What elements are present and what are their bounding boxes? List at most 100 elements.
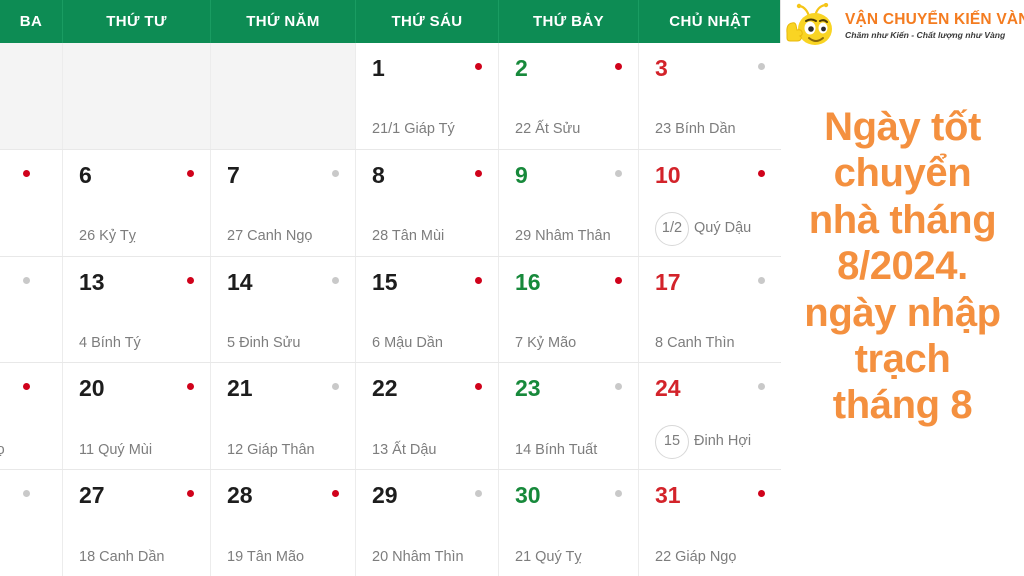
lunar-date-label: 6 Mậu Dần — [372, 335, 482, 352]
solar-day-number: 16 — [515, 268, 541, 295]
calendar-cell-empty — [0, 43, 63, 149]
day-cell-top: 14 — [227, 270, 339, 294]
day-status-dot-grey — [332, 276, 339, 284]
day-status-dot-grey — [23, 490, 30, 498]
calendar-day-cell[interactable]: Sửu — [0, 470, 63, 576]
calendar-day-cell[interactable]: 14 5 Đinh Sửu — [211, 256, 356, 363]
calendar-day-cell[interactable]: ợi — [0, 256, 63, 363]
calendar-day-cell[interactable]: 15 6 Mậu Dần — [356, 256, 499, 363]
calendar-day-cell[interactable]: n Ngọ — [0, 363, 63, 470]
promo-line-1: chuyển — [833, 151, 972, 196]
month-calendar: BA THỨ TƯ THỨ NĂM THỨ SÁU THỨ BẢY CHỦ NHẬT 12… — [0, 0, 781, 576]
solar-day-number: 21 — [227, 375, 253, 402]
day-status-dot-red — [23, 169, 30, 177]
calendar-day-cell[interactable]: 2 22 Ất Sửu — [499, 43, 639, 149]
calendar-day-cell[interactable]: Thìn — [0, 149, 63, 256]
solar-day-number: 20 — [79, 375, 105, 402]
day-status-dot-red — [187, 169, 194, 177]
calendar-day-cell[interactable]: 9 29 Nhâm Thân — [499, 149, 639, 256]
day-cell-top: 22 — [372, 377, 482, 400]
lunar-date-text: 21/1 Giáp Tý — [372, 121, 455, 138]
calendar-week-row: n Ngọ 20 11 Quý Mùi 21 12 Giáp Thân 22 13 Ất D… — [0, 363, 781, 471]
lunar-date-label: 21 Quý Tỵ — [515, 549, 622, 566]
calendar-day-cell[interactable]: 21 12 Giáp Thân — [211, 363, 356, 470]
promo-line-5: trạch — [854, 336, 951, 381]
lunar-date-label: 12 Giáp Thân — [227, 442, 339, 459]
calendar-day-cell[interactable]: 28 19 Tân Mão — [211, 470, 356, 576]
promo-headline: Ngày tốt chuyển nhà tháng 8/2024. ngày nhập t… — [781, 104, 1024, 429]
day-cell-top: 17 — [655, 270, 765, 294]
day-status-dot-red — [475, 63, 482, 70]
weekday-header-2: THỨ NĂM — [211, 0, 356, 43]
lunar-date-label: ợi — [0, 335, 46, 352]
lunar-date-label: 19 Tân Mão — [227, 549, 339, 566]
lunar-date-text: 26 Kỷ Tỵ — [79, 228, 136, 245]
calendar-day-cell[interactable]: 1 21/1 Giáp Tý — [356, 43, 499, 149]
calendar-body: 1 21/1 Giáp Tý 2 22 Ất Sửu 3 23 Bính Dần Thìn 6… — [0, 43, 781, 576]
lunar-date-label: 20 Nhâm Thìn — [372, 549, 482, 566]
lunar-date-text: 21 Quý Tỵ — [515, 548, 582, 565]
logo-title: VẬN CHUYỂN KIẾN VÀNG — [845, 11, 1024, 29]
lunar-date-text: 18 Canh Dần — [79, 548, 165, 565]
lunar-date-label: Thìn — [0, 228, 46, 245]
calendar-day-cell[interactable]: 16 7 Kỷ Mão — [499, 256, 639, 363]
logo-text-block: VẬN CHUYỂN KIẾN VÀNG Chăm như Kiến - Chấ… — [845, 11, 1024, 40]
calendar-day-cell[interactable]: 3 23 Bính Dần — [639, 43, 781, 149]
solar-day-number: 8 — [372, 161, 385, 188]
lunar-date-text: 12 Giáp Thân — [227, 441, 315, 458]
day-status-dot-red — [758, 490, 765, 498]
day-status-dot-red — [615, 63, 622, 70]
lunar-date-label: 18 Canh Dần — [79, 549, 194, 566]
solar-day-number: 3 — [655, 55, 668, 81]
calendar-week-row: Thìn 6 26 Kỷ Tỵ 7 27 Canh Ngọ 8 28 Tân Mùi 9 29 … — [0, 149, 781, 257]
calendar-day-cell[interactable]: 13 4 Bính Tý — [63, 256, 211, 363]
day-cell-top: 23 — [515, 377, 622, 400]
day-cell-top — [0, 484, 46, 498]
weekday-header-4: THỨ BẢY — [499, 0, 639, 43]
lunar-date-label: 28 Tân Mùi — [372, 228, 482, 245]
lunar-date-text: 11 Quý Mùi — [79, 441, 153, 458]
lunar-date-label: 1/2 Quý Dậu — [655, 211, 765, 246]
solar-day-number: 10 — [655, 161, 681, 188]
lunar-date-text: 19 Tân Mão — [227, 548, 305, 565]
solar-day-number: 1 — [372, 55, 385, 81]
calendar-day-cell[interactable]: 6 26 Kỷ Tỵ — [63, 149, 211, 256]
day-status-dot-none — [332, 63, 339, 70]
day-status-dot-grey — [758, 383, 765, 391]
day-status-dot-none — [187, 63, 194, 70]
calendar-day-cell[interactable]: 8 28 Tân Mùi — [356, 149, 499, 256]
calendar-day-cell[interactable]: 24 15 Đinh Hợi — [639, 363, 781, 470]
promo-line-6: tháng 8 — [832, 383, 973, 428]
lunar-date-label: 15 Đinh Hợi — [655, 425, 765, 460]
solar-day-number: 15 — [372, 268, 398, 295]
day-cell-top: 3 — [655, 57, 765, 80]
calendar-day-cell[interactable]: 10 1/2 Quý Dậu — [639, 149, 781, 256]
calendar-day-cell[interactable]: 31 22 Giáp Ngọ — [639, 470, 781, 576]
yellow-ant-thumbsup-icon — [785, 2, 841, 49]
solar-day-number: 23 — [515, 375, 541, 402]
calendar-day-cell[interactable]: 23 14 Bính Tuất — [499, 363, 639, 470]
solar-day-number: 28 — [227, 482, 253, 509]
day-status-dot-grey — [332, 383, 339, 391]
calendar-day-cell[interactable]: 27 18 Canh Dần — [63, 470, 211, 576]
calendar-day-cell[interactable]: 22 13 Ất Dậu — [356, 363, 499, 470]
calendar-day-cell[interactable]: 20 11 Quý Mùi — [63, 363, 211, 470]
calendar-day-cell[interactable]: 29 20 Nhâm Thìn — [356, 470, 499, 576]
day-cell-top: 7 — [227, 163, 339, 187]
lunar-date-label: 13 Ất Dậu — [372, 442, 482, 459]
lunar-date-label: 22 Ất Sửu — [515, 121, 622, 138]
day-status-dot-grey — [332, 169, 339, 177]
weekday-header-0: BA — [0, 0, 63, 43]
lunar-month-marker: 15 — [655, 425, 689, 460]
calendar-day-cell[interactable]: 17 8 Canh Thìn — [639, 256, 781, 363]
day-cell-top: 10 — [655, 161, 765, 188]
right-panel: VẬN CHUYỂN KIẾN VÀNG Chăm như Kiến - Chấ… — [781, 0, 1024, 576]
calendar-day-cell[interactable]: 7 27 Canh Ngọ — [211, 149, 356, 256]
brand-logo[interactable]: VẬN CHUYỂN KIẾN VÀNG Chăm như Kiến - Chấ… — [785, 2, 1024, 50]
weekday-header-1: THỨ TƯ — [63, 0, 211, 43]
day-cell-top — [0, 164, 46, 177]
day-cell-top: 15 — [372, 268, 482, 295]
promo-line-4: ngày nhập — [804, 290, 1001, 335]
lunar-date-text: 13 Ất Dậu — [372, 441, 437, 458]
calendar-day-cell[interactable]: 30 21 Quý Tỵ — [499, 470, 639, 576]
